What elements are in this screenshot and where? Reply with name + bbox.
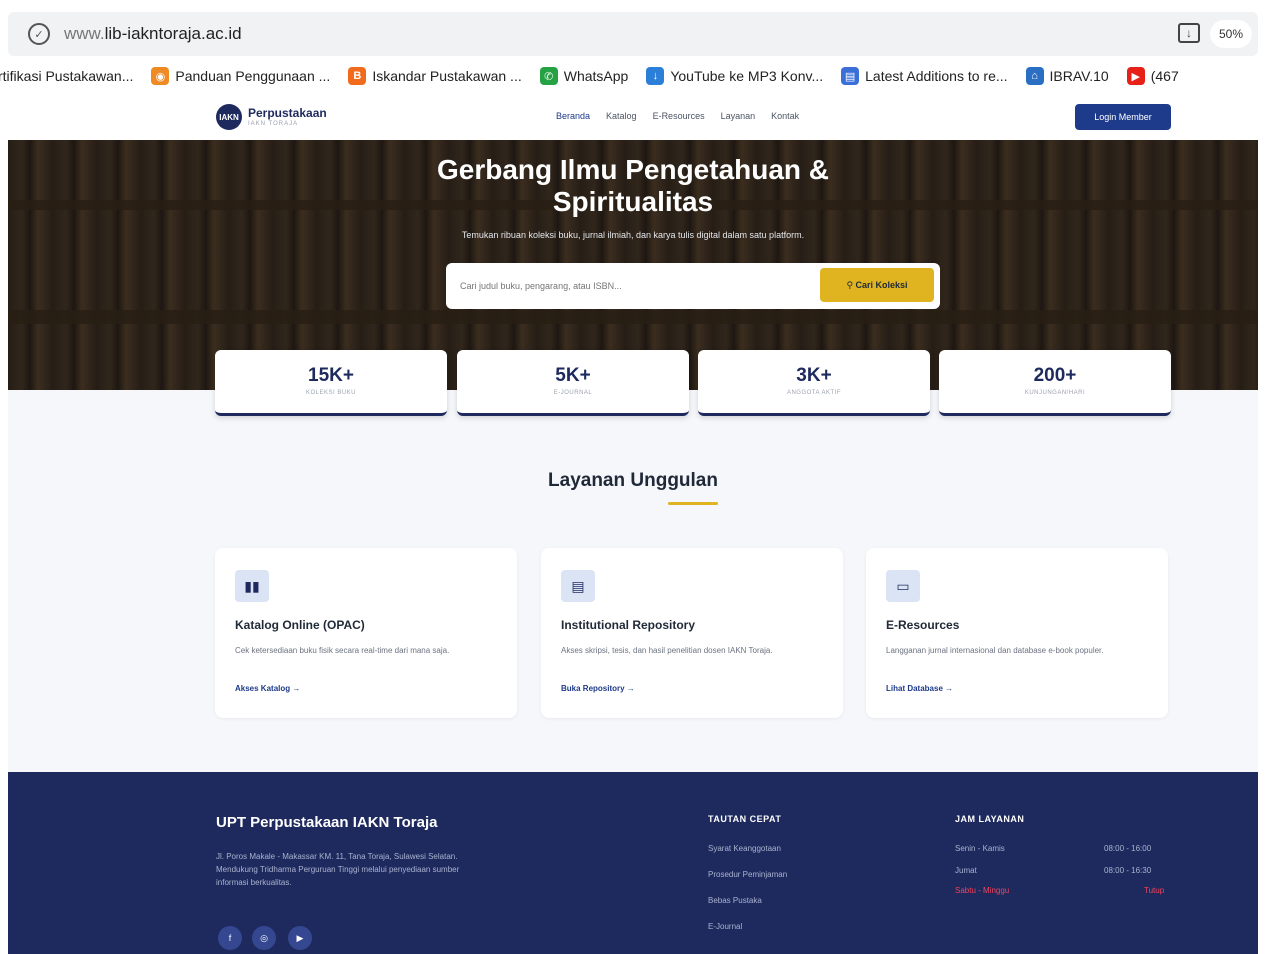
blogger-icon: B (348, 67, 367, 85)
stat-label: E-JOURNAL (553, 390, 593, 396)
card-description: Langganan jurnal internasional dan datab… (886, 646, 1104, 655)
site-logo[interactable]: IAKN Perpustakaan IAKN TORAJA (216, 104, 327, 130)
footer-description: Jl. Poros Makale - Makassar KM. 11, Tana… (216, 852, 460, 887)
bookmark-label: IBRAV.10 (1049, 68, 1109, 84)
bookmark-label: YouTube ke MP3 Konv... (670, 68, 824, 84)
shield-icon[interactable]: ✓ (28, 23, 50, 45)
facebook-icon[interactable]: f (218, 926, 242, 950)
download-icon[interactable]: ↓ (1178, 23, 1200, 43)
stat-card-kunjungan: 200+ KUNJUNGAN/HARI (939, 350, 1171, 416)
footer-link[interactable]: Prosedur Peminjaman (708, 870, 787, 879)
nav-link-layanan[interactable]: Layanan (721, 111, 756, 121)
address-bar[interactable]: ✓ www.lib-iakntoraja.ac.id ↓ 50% (8, 12, 1258, 56)
main-nav: Beranda Katalog E-Resources Layanan Kont… (556, 111, 799, 121)
youtube-icon[interactable]: ▶ (288, 926, 312, 950)
bookmark-item[interactable]: ▤ Latest Additions to re... (841, 67, 1008, 85)
nav-link-kontak[interactable]: Kontak (771, 111, 799, 121)
youtube-icon: ▶ (1126, 67, 1145, 85)
url-host: lib-iakntoraja.ac.id (104, 24, 242, 43)
bookmark-label: WhatsApp (563, 68, 629, 84)
url-text[interactable]: www.lib-iakntoraja.ac.id (64, 24, 242, 44)
footer-link[interactable]: E-Journal (708, 922, 742, 931)
card-link[interactable]: Akses Katalog → (235, 684, 300, 693)
bookmark-item[interactable]: B Iskandar Pustakawan ... (348, 67, 522, 85)
hours-day: Senin - Kamis (955, 844, 1005, 853)
stat-label: KUNJUNGAN/HARI (1024, 390, 1086, 396)
bookmark-label: Latest Additions to re... (865, 68, 1008, 84)
archive-icon: ▤ (561, 570, 595, 602)
hours-time: 08:00 - 16:30 (1104, 866, 1152, 875)
book-open-icon: ▮▮ (235, 570, 269, 602)
section-title: Layanan Unggulan (548, 470, 718, 491)
nav-link-e-resources[interactable]: E-Resources (653, 111, 705, 121)
stat-label: ANGGOTA AKTIF (786, 390, 842, 396)
card-title: Institutional Repository (561, 618, 696, 632)
stat-card-anggota: 3K+ ANGGOTA AKTIF (698, 350, 930, 416)
search-button-label: Cari Koleksi (855, 280, 908, 290)
stat-label: KOLEKSI BUKU (305, 390, 356, 396)
card-title: E-Resources (886, 618, 960, 632)
bookmark-label: Iskandar Pustakawan ... (372, 68, 522, 84)
nav-link-katalog[interactable]: Katalog (606, 111, 637, 121)
stat-card-ejournal: 5K+ E-JOURNAL (457, 350, 689, 416)
card-link[interactable]: Buka Repository → (561, 684, 635, 693)
document-icon: ▤ (841, 67, 860, 85)
bookmark-item[interactable]: ◉ Panduan Penggunaan ... (151, 67, 330, 85)
zoom-level[interactable]: 50% (1210, 20, 1252, 48)
stat-value: 200+ (1033, 365, 1077, 386)
card-description: Cek ketersediaan buku fisik secara real-… (235, 646, 450, 655)
hours-time: 08:00 - 16:00 (1104, 844, 1152, 853)
stat-card-koleksi: 15K+ KOLEKSI BUKU (215, 350, 447, 416)
search-input[interactable] (460, 281, 800, 291)
service-card-opac[interactable]: ▮▮ Katalog Online (OPAC) Cek ketersediaa… (215, 548, 517, 718)
service-card-repository[interactable]: ▤ Institutional Repository Akses skripsi… (541, 548, 843, 718)
ibrav-icon: ⌂ (1025, 67, 1044, 85)
quick-links-heading: TAUTAN CEPAT (708, 814, 782, 824)
footer-link[interactable]: Syarat Keanggotaan (708, 844, 781, 853)
whatsapp-icon: ✆ (539, 67, 558, 85)
card-description: Akses skripsi, tesis, dan hasil peneliti… (561, 646, 773, 655)
stat-value: 15K+ (308, 365, 354, 386)
bookmark-label: rtifikasi Pustakawan... (0, 68, 134, 84)
panduan-icon: ◉ (151, 67, 170, 85)
stat-value: 5K+ (555, 365, 591, 386)
search-button[interactable]: ⚲ Cari Koleksi (820, 268, 934, 302)
footer-title: UPT Perpustakaan IAKN Toraja (216, 814, 438, 831)
service-card-e-resources[interactable]: ▭ E-Resources Langganan jurnal internasi… (866, 548, 1168, 718)
hours-day: Jumat (955, 866, 977, 875)
bookmark-item[interactable]: ▶ (467 (1126, 67, 1179, 85)
hero-title: Gerbang Ilmu Pengetahuan & Spiritualitas (436, 154, 830, 217)
site-header: IAKN Perpustakaan IAKN TORAJA Beranda Ka… (8, 96, 1258, 140)
bookmarks-bar: rtifikasi Pustakawan... ◉ Panduan Pengguna… (0, 62, 1266, 90)
instagram-icon[interactable]: ◎ (252, 926, 276, 950)
hero-subtitle: Temukan ribuan koleksi buku, jurnal ilmi… (461, 230, 805, 240)
logo-mark: IAKN (216, 104, 242, 130)
title-underline (668, 502, 718, 505)
logo-subtitle: IAKN TORAJA (248, 121, 299, 127)
bookmark-label: (467 (1150, 68, 1179, 84)
services-section: Layanan Unggulan ▮▮ Katalog Online (OPAC… (8, 390, 1258, 772)
laptop-icon: ▭ (886, 570, 920, 602)
site-footer: UPT Perpustakaan IAKN Toraja Jl. Poros M… (8, 772, 1258, 954)
url-prefix: www. (64, 24, 105, 43)
hours-time-closed: Tutup (1144, 886, 1165, 895)
bookmark-item[interactable]: rtifikasi Pustakawan... (0, 68, 133, 84)
card-link[interactable]: Lihat Database → (886, 684, 953, 693)
bookshelf-decoration (8, 310, 1258, 324)
footer-link[interactable]: Bebas Pustaka (708, 896, 762, 905)
stat-value: 3K+ (796, 365, 832, 386)
hours-heading: JAM LAYANAN (955, 814, 1025, 824)
login-member-button[interactable]: Login Member (1075, 104, 1171, 130)
nav-link-beranda[interactable]: Beranda (556, 111, 590, 121)
bookmark-item[interactable]: ✆ WhatsApp (539, 67, 629, 85)
download-cloud-icon: ↓ (646, 67, 665, 85)
card-title: Katalog Online (OPAC) (235, 618, 365, 632)
search-box: ⚲ Cari Koleksi (446, 263, 940, 309)
logo-title: Perpustakaan (248, 106, 327, 120)
search-icon: ⚲ (846, 279, 856, 290)
bookmark-label: Panduan Penggunaan ... (175, 68, 331, 84)
hours-day-closed: Sabtu - Minggu (955, 886, 1010, 895)
bookmark-item[interactable]: ↓ YouTube ke MP3 Konv... (646, 67, 823, 85)
bookmark-item[interactable]: ⌂ IBRAV.10 (1025, 67, 1109, 85)
